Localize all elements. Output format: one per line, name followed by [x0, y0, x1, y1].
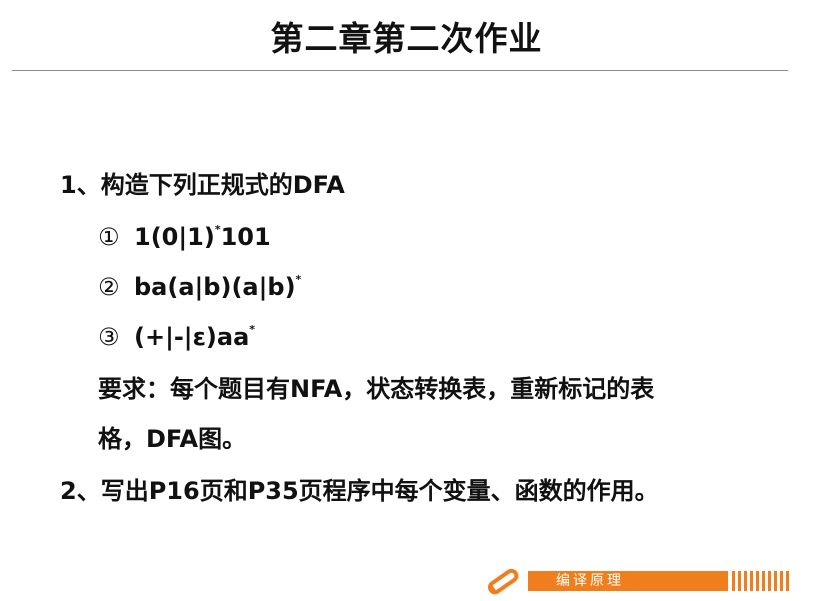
question-2-text: 写出P16页和P35页程序中每个变量、函数的作用。 [100, 477, 659, 505]
footer-stripes [732, 571, 789, 591]
expression-2: ② ba(a|b)(a|b)* [98, 272, 301, 302]
expression-1-tail: 101 [220, 223, 271, 251]
question-1-text: 构造下列正规式的DFA [100, 171, 345, 199]
expression-1-text: 1(0|1) [134, 223, 215, 251]
footer-banner: 编译原理 [480, 563, 800, 599]
expression-3-star: * [249, 323, 256, 336]
requirement-line-2: 格，DFA图。 [98, 425, 247, 453]
question-1: 1、构造下列正规式的DFA [60, 170, 345, 200]
footer-label: 编译原理 [556, 573, 624, 589]
expression-2-marker: ② [98, 273, 120, 301]
expression-1: ① 1(0|1)*101 [98, 222, 271, 252]
expression-3: ③ (+|-|ε)aa* [98, 322, 255, 352]
expression-2-text: ba(a|b)(a|b) [134, 273, 296, 301]
page-title: 第二章第二次作业 [270, 19, 543, 58]
question-2-number: 2、 [60, 477, 101, 505]
question-2: 2、写出P16页和P35页程序中每个变量、函数的作用。 [60, 476, 659, 506]
expression-3-marker: ③ [98, 323, 120, 351]
footer-bar: 编译原理 [528, 571, 728, 591]
title-divider [12, 70, 788, 71]
expression-3-text: (+|-|ε)aa [134, 323, 250, 351]
requirement-line-1: 要求：每个题目有NFA，状态转换表，重新标记的表 [98, 375, 655, 403]
pencil-icon [487, 568, 519, 595]
expression-1-marker: ① [98, 223, 120, 251]
question-1-number: 1、 [60, 171, 101, 199]
expression-2-star: * [295, 273, 302, 286]
